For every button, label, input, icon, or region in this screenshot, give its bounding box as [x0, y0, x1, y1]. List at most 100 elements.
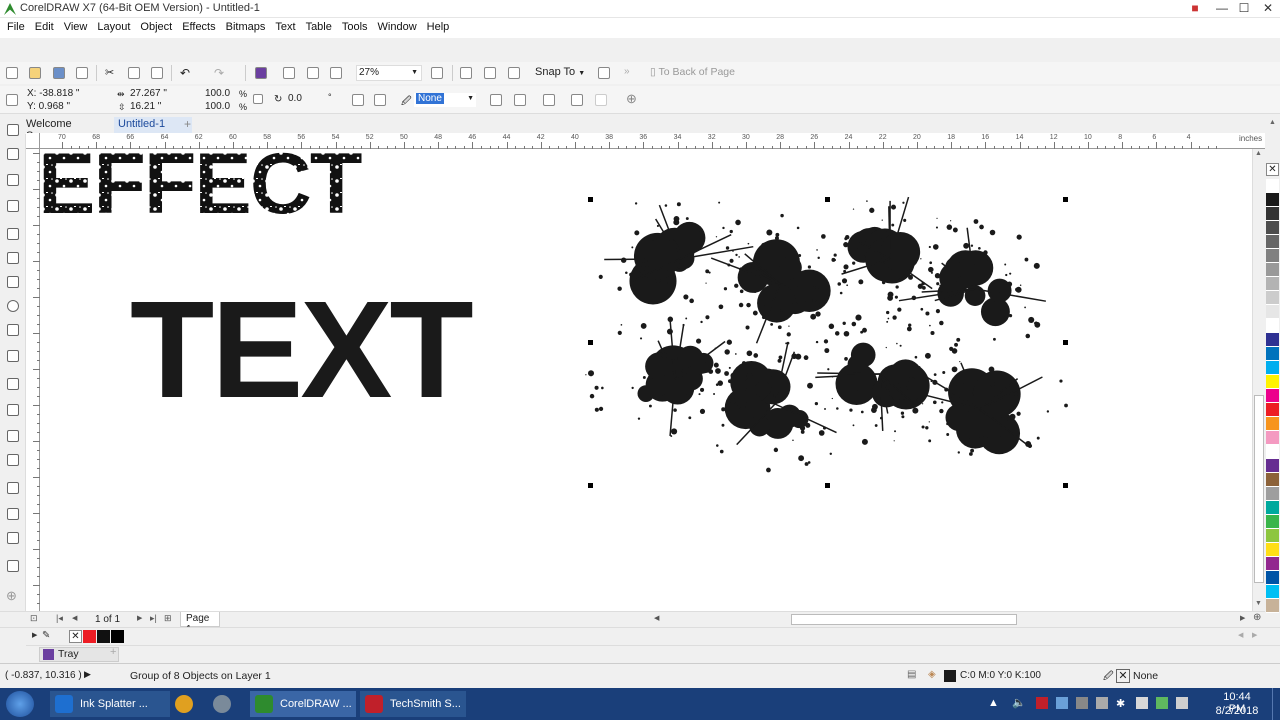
- scroll-right-icon[interactable]: ▶: [1240, 614, 1245, 622]
- drawing-canvas[interactable]: EFFECT TEXT: [40, 149, 1252, 611]
- scale-x-field[interactable]: 100.0: [203, 88, 233, 102]
- selection-handle[interactable]: [588, 340, 593, 345]
- doc-palette-next-icon[interactable]: ▶: [1252, 631, 1257, 639]
- scroll-down-icon[interactable]: ▼: [1255, 600, 1262, 607]
- group-icon[interactable]: [490, 94, 502, 106]
- menu-view[interactable]: View: [59, 19, 93, 35]
- color-proof-icon[interactable]: ▤: [907, 669, 916, 680]
- add-tray-icon[interactable]: +: [110, 646, 116, 658]
- to-back-of-page-button[interactable]: ▯ To Back of Page: [650, 66, 735, 78]
- battery-icon[interactable]: [1156, 697, 1168, 709]
- tab-welcome-screen[interactable]: Welcome Screen: [22, 117, 112, 142]
- close-button[interactable]: ✕: [1256, 0, 1280, 18]
- palette-swatch[interactable]: [1266, 193, 1279, 207]
- menu-table[interactable]: Table: [301, 19, 337, 35]
- publish-pdf-icon[interactable]: [330, 67, 342, 79]
- palette-swatch[interactable]: [1266, 249, 1279, 263]
- palette-swatch[interactable]: [1266, 375, 1279, 389]
- crop-tool-icon[interactable]: [7, 174, 19, 186]
- taskbar-techsmith[interactable]: TechSmith S...: [360, 691, 466, 717]
- palette-swatch[interactable]: [1266, 277, 1279, 291]
- palette-swatch[interactable]: [1266, 221, 1279, 235]
- smart-fill-tool-icon[interactable]: [7, 532, 19, 544]
- menu-edit[interactable]: Edit: [30, 19, 59, 35]
- menu-tools[interactable]: Tools: [337, 19, 373, 35]
- menu-bitmaps[interactable]: Bitmaps: [221, 19, 271, 35]
- scale-y-field[interactable]: 100.0: [203, 101, 233, 115]
- copy-icon[interactable]: [128, 67, 140, 79]
- selection-handle[interactable]: [588, 483, 593, 488]
- selection-handle[interactable]: [1063, 197, 1068, 202]
- fill-color-swatch[interactable]: [944, 670, 956, 682]
- maximize-button[interactable]: ☐: [1232, 0, 1256, 18]
- taskbar-app[interactable]: [208, 691, 244, 717]
- menu-effects[interactable]: Effects: [177, 19, 220, 35]
- play-icon[interactable]: ▶: [84, 669, 91, 680]
- page-1-tab[interactable]: Page 1: [180, 612, 220, 635]
- show-rulers-icon[interactable]: [460, 67, 472, 79]
- minimize-button[interactable]: —: [1210, 0, 1234, 18]
- palette-swatch[interactable]: [1266, 389, 1279, 403]
- selection-handle[interactable]: [1063, 483, 1068, 488]
- height-field[interactable]: 16.21 ": [128, 101, 198, 115]
- ruler-origin[interactable]: [26, 133, 40, 149]
- palette-swatch[interactable]: [1266, 179, 1279, 193]
- paste-icon[interactable]: [151, 67, 163, 79]
- start-button[interactable]: [6, 691, 34, 717]
- palette-swatch[interactable]: [1266, 487, 1279, 501]
- show-guidelines-icon[interactable]: [508, 67, 520, 79]
- palette-swatch[interactable]: [1266, 445, 1279, 459]
- palette-swatch[interactable]: [1266, 543, 1279, 557]
- palette-swatch[interactable]: [1266, 235, 1279, 249]
- add-tool-icon[interactable]: ⊕: [6, 588, 17, 604]
- outline-pen-tool-icon[interactable]: [7, 560, 19, 572]
- taskbar-coreldraw[interactable]: CorelDRAW ...: [250, 691, 356, 717]
- redo-icon[interactable]: ↷: [214, 67, 226, 79]
- parallel-dimension-tool-icon[interactable]: [7, 378, 19, 390]
- shape-tool-icon[interactable]: [7, 148, 19, 160]
- mirror-vertical-icon[interactable]: [374, 94, 386, 106]
- outline-width-select[interactable]: None ▼: [414, 93, 476, 107]
- selection-handle[interactable]: [1063, 340, 1068, 345]
- show-grid-icon[interactable]: [484, 67, 496, 79]
- text-tool-icon[interactable]: [7, 350, 19, 362]
- palette-swatch[interactable]: [1266, 319, 1279, 333]
- menu-text[interactable]: Text: [270, 19, 300, 35]
- full-screen-preview-icon[interactable]: [431, 67, 443, 79]
- doc-no-color-swatch[interactable]: ✕: [69, 630, 82, 643]
- volume-icon[interactable]: 🔈: [1012, 696, 1026, 709]
- menu-help[interactable]: Help: [422, 19, 455, 35]
- ellipse-tool-icon[interactable]: [7, 300, 19, 312]
- palette-swatch[interactable]: [1266, 417, 1279, 431]
- undo-icon[interactable]: ↶: [180, 67, 192, 79]
- user-icon[interactable]: ■: [1183, 0, 1207, 18]
- no-color-swatch[interactable]: ✕: [1266, 163, 1279, 176]
- options-icon[interactable]: [598, 67, 610, 79]
- ink-splatter-group[interactable]: [585, 196, 1068, 473]
- tray-app-icon[interactable]: [1076, 697, 1088, 709]
- menu-window[interactable]: Window: [373, 19, 422, 35]
- network-icon[interactable]: [1096, 697, 1108, 709]
- bluetooth-icon[interactable]: ✱: [1116, 697, 1125, 710]
- palette-swatch[interactable]: [1266, 585, 1279, 599]
- drop-shadow-tool-icon[interactable]: [7, 430, 19, 442]
- action-center-icon[interactable]: [1176, 697, 1188, 709]
- palette-swatch[interactable]: [1266, 571, 1279, 585]
- x-position-field[interactable]: X: -38.818 ": [25, 88, 105, 102]
- rectangle-tool-icon[interactable]: [7, 276, 19, 288]
- palette-swatch[interactable]: [1266, 361, 1279, 375]
- lock-ratio-icon[interactable]: [253, 94, 263, 104]
- artistic-media-tool-icon[interactable]: [7, 252, 19, 264]
- palette-swatch[interactable]: [1266, 599, 1279, 613]
- next-page-button[interactable]: ▶: [137, 614, 142, 622]
- add-page-icon[interactable]: ⊞: [164, 613, 172, 624]
- taskbar-ink-splatter[interactable]: Ink Splatter ...: [50, 691, 170, 717]
- doc-black-swatch[interactable]: [111, 630, 124, 643]
- snap-to-dropdown[interactable]: Snap To ▼: [535, 66, 585, 78]
- align-distribute-icon[interactable]: [543, 94, 555, 106]
- y-position-field[interactable]: Y: 0.968 ": [25, 101, 105, 115]
- prev-page-button[interactable]: ◀: [72, 614, 77, 622]
- ungroup-icon[interactable]: [514, 94, 526, 106]
- color-eyedropper-tool-icon[interactable]: [7, 482, 19, 494]
- last-page-button[interactable]: ▸|: [150, 613, 157, 624]
